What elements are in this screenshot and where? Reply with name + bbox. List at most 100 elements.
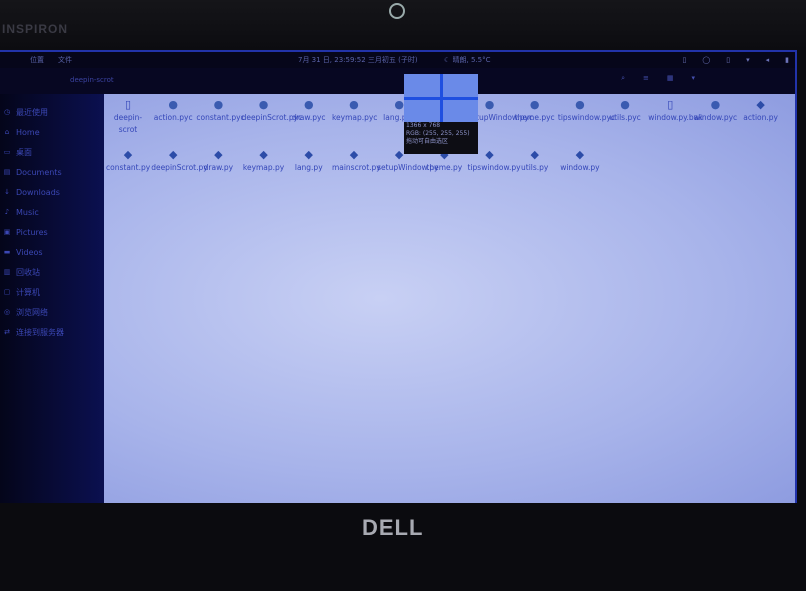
file-item[interactable]: ◆ deepinScrot.py bbox=[151, 148, 208, 198]
python-file-icon: ● bbox=[710, 98, 721, 111]
file-item[interactable]: ▯ window.py.bak bbox=[648, 98, 702, 148]
file-item[interactable]: ● action.pyc bbox=[151, 98, 195, 148]
list-view-icon[interactable]: ≡ bbox=[643, 74, 649, 83]
file-item[interactable]: ● keymap.pyc bbox=[332, 98, 378, 148]
file-item[interactable]: ◆ tipswindow.py bbox=[467, 148, 521, 198]
sidebar-item[interactable]: ↓ Downloads bbox=[0, 182, 104, 202]
file-item[interactable]: ● window.pyc bbox=[693, 98, 737, 148]
keyboard-layout-icon[interactable]: ▯ bbox=[683, 56, 687, 64]
sidebar-item[interactable]: ▬ Videos bbox=[0, 242, 104, 262]
sidebar-item-label: 桌面 bbox=[16, 147, 32, 157]
weather-text: 晴朗, 5.5°C bbox=[452, 56, 491, 64]
sidebar-item[interactable]: ♪ Music bbox=[0, 202, 104, 222]
clipboard-icon[interactable]: ▯ bbox=[726, 56, 730, 64]
python-file-icon: ● bbox=[168, 98, 178, 111]
file-name: setupWindow.py bbox=[377, 163, 439, 172]
menu-files[interactable]: 文件 bbox=[58, 55, 72, 65]
python-file-icon: ● bbox=[349, 98, 359, 111]
sidebar-item[interactable]: ⇄ 连接到服务器 bbox=[0, 322, 104, 342]
file-item[interactable]: ◆ theme.py bbox=[422, 148, 466, 198]
server-icon: ⇄ bbox=[4, 328, 10, 336]
download-icon: ↓ bbox=[4, 188, 10, 196]
file-name: keymap.py bbox=[242, 163, 285, 172]
desktop-icon: ▭ bbox=[3, 148, 11, 156]
text-file-icon: ▯ bbox=[667, 98, 674, 111]
file-item[interactable]: ● constant.pyc bbox=[196, 98, 244, 148]
file-item[interactable]: ◆ draw.py bbox=[196, 148, 240, 198]
python-file-icon: ◆ bbox=[756, 98, 765, 111]
laptop-bezel: INSPIRON bbox=[0, 0, 806, 50]
document-icon: ▤ bbox=[3, 168, 11, 176]
python-file-icon: ◆ bbox=[214, 148, 223, 161]
volume-icon[interactable]: ◂ bbox=[766, 56, 770, 64]
file-item[interactable]: ◆ mainscrot.py bbox=[331, 148, 381, 198]
file-item[interactable]: ◆ window.py bbox=[558, 148, 602, 198]
file-name: deepinScrot.pyc bbox=[241, 113, 303, 122]
sidebar-item[interactable]: ▭ 桌面 bbox=[0, 142, 104, 162]
file-item[interactable]: ◆ setupWindow.py bbox=[377, 148, 439, 198]
file-item[interactable]: ◆ utils.py bbox=[513, 148, 557, 198]
sidebar-item[interactable]: ◷ 最近使用 bbox=[0, 102, 104, 122]
text-file-icon: ▯ bbox=[124, 98, 132, 111]
file-item[interactable]: ◆ keymap.py bbox=[242, 148, 286, 198]
sidebar-item[interactable]: ▢ 计算机 bbox=[0, 282, 104, 302]
weather[interactable]: ☾ 晴朗, 5.5°C bbox=[444, 55, 491, 65]
file-name: action.py bbox=[743, 113, 778, 122]
battery-icon[interactable]: ▮ bbox=[785, 56, 789, 64]
file-item[interactable]: ● utils.pyc bbox=[603, 98, 647, 148]
grid-view-icon[interactable]: ▦ bbox=[667, 74, 674, 83]
file-name: theme.py bbox=[426, 163, 463, 172]
music-icon: ♪ bbox=[4, 208, 10, 216]
file-name: tipswindow.py bbox=[467, 163, 521, 172]
chevron-down-icon[interactable]: ▾ bbox=[691, 74, 695, 83]
network-icon[interactable]: ▾ bbox=[746, 56, 750, 64]
sidebar-item[interactable]: ▣ Pictures bbox=[0, 222, 104, 242]
screenshot-magnifier-tooltip: 1366 x 768 RGB: (255, 255, 255) 拖动可自由选区 bbox=[404, 74, 478, 154]
file-item[interactable]: ▯ deepin-scrot bbox=[106, 98, 150, 148]
sidebar-item-label: 回收站 bbox=[16, 267, 40, 277]
file-name: tipswindow.pyc bbox=[557, 113, 616, 122]
sidebar-item-label: Downloads bbox=[16, 187, 60, 197]
file-name: mainscrot.py bbox=[331, 163, 381, 172]
file-item[interactable]: ● theme.pyc bbox=[513, 98, 557, 148]
sidebar-item[interactable]: ▥ 回收站 bbox=[0, 262, 104, 282]
file-item[interactable]: ◆ lang.py bbox=[287, 148, 331, 198]
file-item[interactable]: ● draw.pyc bbox=[287, 98, 331, 148]
file-name: action.pyc bbox=[153, 113, 193, 122]
file-name: utils.pyc bbox=[609, 113, 641, 122]
python-file-icon: ◆ bbox=[575, 148, 585, 161]
magnifier-crosshair bbox=[404, 74, 478, 122]
menu-places[interactable]: 位置 bbox=[30, 55, 44, 65]
sidebar-item-label: Documents bbox=[16, 167, 62, 177]
file-item[interactable]: ● tipswindow.pyc bbox=[557, 98, 616, 148]
selection-size: 1366 x 768 bbox=[406, 122, 441, 129]
moon-icon: ☾ bbox=[444, 56, 453, 64]
sidebar-item-label: Videos bbox=[16, 247, 43, 257]
webcam bbox=[389, 3, 405, 19]
file-manager-toolbar: deepin-scrot ⌕ ≡ ▦ ▾ bbox=[0, 68, 795, 94]
sidebar-item-label: Music bbox=[16, 207, 39, 217]
sidebar-item[interactable]: ▤ Documents bbox=[0, 162, 104, 182]
sidebar-item-label: 浏览网络 bbox=[16, 307, 48, 317]
sidebar: ◷ 最近使用 ⌂ Home ▭ 桌面 ▤ Documents ↓ Downloads ♪ Music ▣… bbox=[0, 94, 104, 503]
sidebar-item[interactable]: ⌂ Home bbox=[0, 122, 104, 142]
home-icon: ⌂ bbox=[4, 128, 10, 136]
sidebar-item-label: Home bbox=[16, 127, 40, 137]
location-path[interactable]: deepin-scrot bbox=[70, 76, 114, 84]
python-file-icon: ● bbox=[258, 98, 269, 111]
python-file-icon: ● bbox=[575, 98, 585, 111]
sidebar-item-label: 最近使用 bbox=[16, 107, 48, 117]
sidebar-item-label: 连接到服务器 bbox=[16, 327, 64, 337]
sidebar-item[interactable]: ◎ 浏览网络 bbox=[0, 302, 104, 322]
file-name: window.py bbox=[560, 163, 600, 172]
python-file-icon: ◆ bbox=[168, 148, 178, 161]
pixel-rgb: RGB: (255, 255, 255) bbox=[406, 130, 470, 137]
python-file-icon: ◆ bbox=[123, 148, 133, 161]
file-item[interactable]: ● deepinScrot.pyc bbox=[241, 98, 303, 148]
search-icon[interactable]: ⌕ bbox=[621, 74, 625, 83]
file-item[interactable]: ◆ action.py bbox=[739, 98, 783, 148]
clock[interactable]: 7月 31 日, 23:59:52 三月初五 (子时) bbox=[298, 55, 418, 65]
video-icon: ▬ bbox=[3, 248, 11, 256]
power-icon[interactable]: ◯ bbox=[702, 56, 710, 64]
file-item[interactable]: ◆ constant.py bbox=[106, 148, 150, 198]
